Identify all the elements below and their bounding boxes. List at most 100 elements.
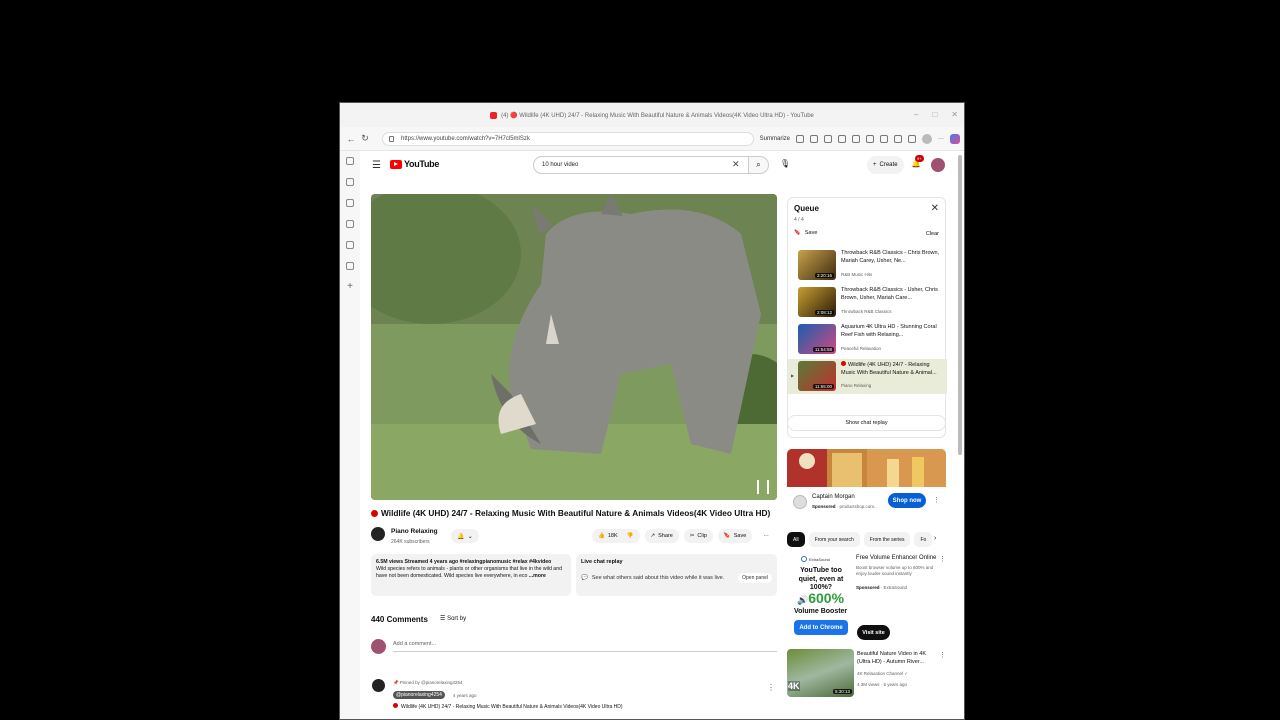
chip-from-your-search[interactable]: From your search: [808, 532, 860, 547]
bookmark-icon: 🔖: [794, 230, 801, 236]
collections-icon[interactable]: [908, 134, 916, 143]
live-chat-title: Live chat replay: [581, 559, 623, 565]
minimize-icon[interactable]: –: [914, 110, 918, 119]
queue-item[interactable]: 3:20:16 Throwback R&B Classics - Chris B…: [788, 248, 947, 283]
rec-more-icon[interactable]: ⋮: [939, 651, 946, 659]
show-more-link[interactable]: ...more: [529, 573, 546, 579]
profile-avatar[interactable]: [922, 133, 932, 144]
queue-item[interactable]: 2:08:12 Throwback R&B Classics - Usher, …: [788, 285, 947, 320]
comment-more-icon[interactable]: ⋮: [767, 683, 775, 692]
summarize-button[interactable]: Summarize: [760, 136, 790, 142]
history-icon[interactable]: [894, 134, 902, 143]
tab-icon[interactable]: [346, 220, 354, 228]
user-avatar: [371, 639, 386, 654]
zoom-icon[interactable]: [824, 134, 832, 143]
extensions-icon[interactable]: [852, 134, 860, 143]
commenter-avatar[interactable]: [372, 679, 385, 692]
chip-from-the-series[interactable]: From the series: [863, 532, 911, 547]
clip-button[interactable]: ✂ Clip: [683, 529, 713, 543]
speaker-icon[interactable]: [346, 262, 354, 270]
ad2-description: Boost browser volume up to 600% and enjo…: [856, 565, 934, 576]
search-button[interactable]: ⌕: [749, 156, 769, 174]
save-button[interactable]: 🔖 Save: [717, 529, 753, 543]
shop-now-button[interactable]: Shop now: [888, 493, 926, 508]
close-window-icon[interactable]: ✕: [951, 110, 958, 119]
refresh-icon[interactable]: ↻: [358, 133, 372, 144]
ad2-more-icon[interactable]: ⋮: [939, 555, 946, 563]
queue-thumbnail: 11:55:00: [798, 361, 836, 391]
like-button[interactable]: 👍 18K 👎: [592, 529, 640, 543]
translate-icon[interactable]: [796, 134, 804, 143]
page-scrollbar[interactable]: [958, 155, 962, 455]
rec-views: 4.3M views · 5 years ago: [857, 682, 908, 687]
show-chat-replay-button[interactable]: Show chat replay: [787, 415, 946, 431]
maximize-icon[interactable]: □: [932, 110, 937, 119]
ad2-title[interactable]: Free Volume Enhancer Online: [856, 555, 936, 561]
commenter-handle[interactable]: @pianorelaxing4254: [393, 691, 445, 699]
queue-thumbnail: 3:20:16: [798, 250, 836, 280]
volume-booster-ad[interactable]: ExtraSound YouTube too quiet, even at 10…: [787, 553, 857, 643]
clear-search-icon[interactable]: ✕: [732, 159, 740, 170]
lock-icon: [389, 135, 394, 142]
tab-icon[interactable]: [346, 241, 354, 249]
queue-item-current[interactable]: ▶ 11:55:00 Wildlife (4K UHD) 24/7 - Rela…: [788, 359, 947, 394]
live-chat-box: Live chat replay 💬 See what others said …: [576, 554, 777, 596]
back-icon[interactable]: ←: [344, 134, 358, 144]
browser-toolbar: Summarize ···: [760, 133, 960, 144]
new-tab-icon[interactable]: +: [347, 282, 353, 292]
sort-icon: ☰: [440, 616, 446, 622]
split-screen-icon[interactable]: [866, 134, 874, 143]
copilot-icon[interactable]: [950, 133, 960, 144]
chip-truncated[interactable]: Fo: [914, 532, 933, 547]
youtube-header: ☰ YouTube 10 hour video ✕ ⌕ 🎙 + Create 🔔…: [360, 151, 958, 179]
ad-more-icon[interactable]: ⋮: [933, 496, 940, 504]
speaker-icon[interactable]: [346, 199, 354, 207]
account-avatar[interactable]: [931, 158, 945, 172]
notification-badge: 9+: [915, 155, 924, 162]
advertiser-logo[interactable]: [793, 495, 807, 509]
queue-clear-button[interactable]: Clear: [926, 231, 939, 237]
microphone-icon[interactable]: 🎙: [780, 159, 790, 168]
comments-count: 440 Comments: [371, 615, 428, 624]
read-aloud-icon[interactable]: [810, 134, 818, 143]
create-button[interactable]: + Create: [867, 156, 904, 174]
video-player[interactable]: [371, 194, 777, 500]
ad-title[interactable]: Captain Morgan: [812, 494, 855, 500]
search-input[interactable]: 10 hour video: [533, 156, 749, 174]
channel-avatar[interactable]: [371, 527, 385, 541]
menu-icon[interactable]: ☰: [372, 160, 381, 171]
visit-site-button[interactable]: Visit site: [857, 625, 890, 640]
chevron-right-icon[interactable]: ›: [934, 535, 936, 542]
favorite-star-icon[interactable]: [838, 134, 846, 143]
url-field[interactable]: https://www.youtube.com/watch?v=7H7cl5ml…: [382, 131, 754, 146]
more-actions-button[interactable]: ···: [757, 529, 775, 543]
add-comment-input[interactable]: Add a comment...: [393, 641, 777, 652]
more-menu-icon[interactable]: ···: [938, 136, 944, 142]
comment-time[interactable]: 4 years ago: [453, 693, 477, 698]
tab-actions-icon[interactable]: [346, 157, 354, 165]
sort-by-button[interactable]: ☰ Sort by: [440, 615, 466, 622]
video-title: Wildlife (4K UHD) 24/7 - Relaxing Music …: [371, 508, 770, 518]
thumbs-down-icon[interactable]: 👎: [627, 533, 634, 539]
favorites-icon[interactable]: [880, 134, 888, 143]
queue-save-button[interactable]: 🔖 Save: [794, 230, 817, 236]
open-panel-button[interactable]: Open panel: [738, 573, 772, 583]
close-queue-icon[interactable]: ✕: [931, 203, 939, 214]
ad-image[interactable]: [787, 449, 946, 487]
youtube-logo[interactable]: YouTube: [390, 159, 439, 169]
subscribed-button[interactable]: 🔔 ⌄: [451, 529, 479, 543]
chip-all[interactable]: All: [787, 532, 805, 547]
tab-icon[interactable]: [346, 178, 354, 186]
share-button[interactable]: ↗ Share: [644, 529, 679, 543]
share-icon: ↗: [650, 533, 656, 539]
live-chat-text: See what others said about this video wh…: [591, 575, 725, 581]
queue-item[interactable]: 11:54:58 Aquarium 4K Ultra HD - Stunning…: [788, 322, 947, 357]
description-box[interactable]: 6.5M views Streamed 4 years ago #relaxin…: [371, 554, 571, 596]
add-to-chrome-button[interactable]: Add to Chrome: [794, 620, 848, 635]
channel-name[interactable]: Piano Relaxing: [391, 528, 438, 535]
4k-badge: 4K: [788, 681, 800, 691]
address-bar: ← ↻ https://www.youtube.com/watch?v=7H7c…: [340, 127, 964, 151]
chat-icon: 💬: [581, 575, 588, 581]
pin-icon: 📌: [393, 680, 399, 685]
ad-sponsored: Sponsored · productshop.com...: [812, 504, 878, 509]
